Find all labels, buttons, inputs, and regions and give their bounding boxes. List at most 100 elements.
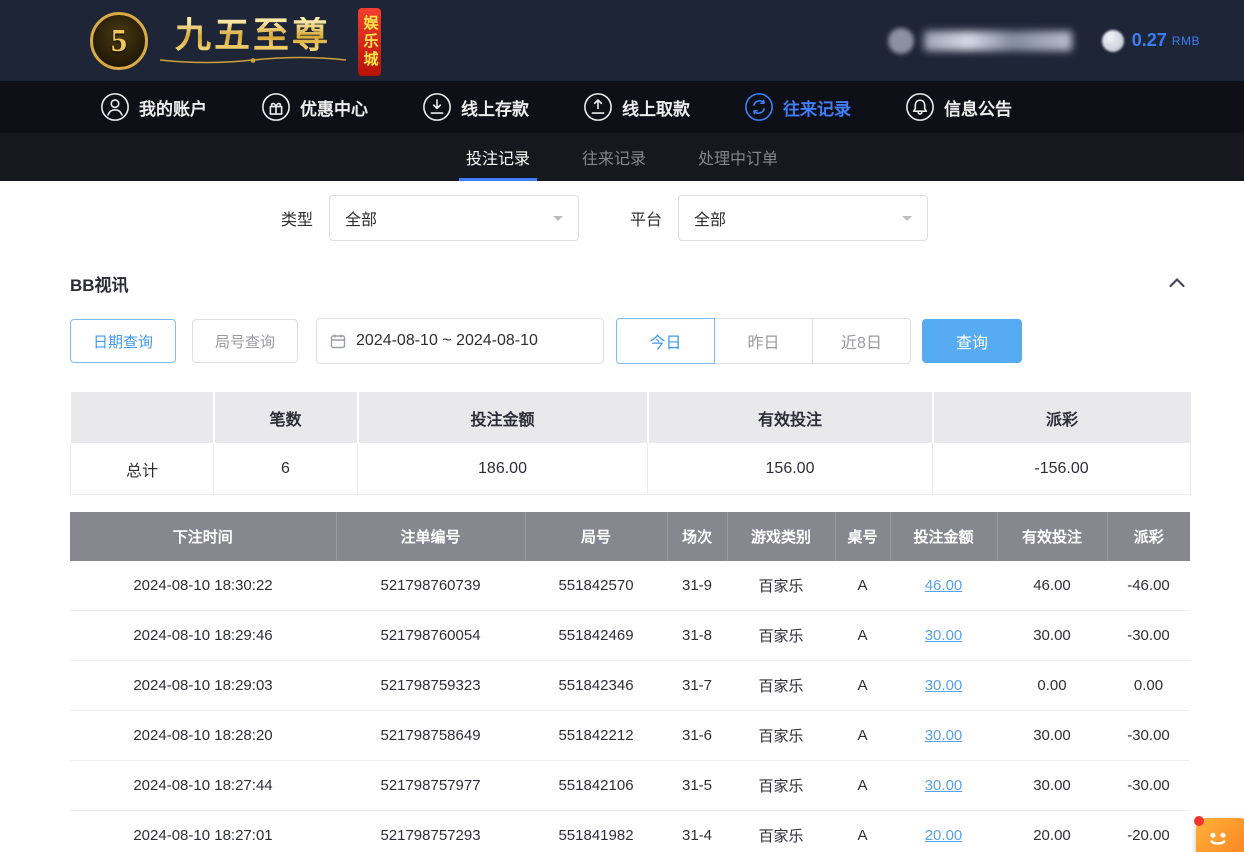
summary-total-row: 总计 6 186.00 156.00 -156.00 (71, 443, 1191, 495)
cell-payout: -20.00 (1107, 811, 1190, 852)
date-query-button[interactable]: 日期查询 (70, 319, 176, 363)
cell-valid-bet: 30.00 (997, 611, 1107, 661)
table-row: 2024-08-10 18:27:44521798757977551842106… (70, 761, 1190, 811)
chevron-up-icon (1168, 277, 1186, 288)
filter-row: 类型 全部 平台 全部 (281, 195, 1190, 241)
table-row: 2024-08-10 18:30:22521798760739551842570… (70, 561, 1190, 611)
nav-item-my-account[interactable]: 我的账户 (100, 92, 207, 122)
cell-valid-bet: 30.00 (997, 761, 1107, 811)
cell-bet-time: 2024-08-10 18:30:22 (70, 561, 336, 611)
cell-payout: 0.00 (1107, 661, 1190, 711)
cell-valid-bet: 20.00 (997, 811, 1107, 852)
bet-amount-link[interactable]: 30.00 (925, 627, 963, 644)
cell-table-number: A (835, 611, 890, 661)
bet-table-header-row: 下注时间 注单编号 局号 场次 游戏类别 桌号 投注金额 有效投注 派彩 (70, 512, 1190, 561)
cell-payout: -30.00 (1107, 711, 1190, 761)
cell-session: 31-6 (667, 711, 727, 761)
summary-table: 笔数 投注金额 有效投注 派彩 总计 6 186.00 156.00 -156.… (70, 392, 1191, 495)
chevron-down-icon (902, 216, 912, 226)
tab-transaction-records[interactable]: 往来记录 (579, 133, 649, 181)
cell-bet-amount[interactable]: 30.00 (890, 761, 997, 811)
header-bet-id: 注单编号 (336, 512, 525, 561)
bet-amount-link[interactable]: 20.00 (925, 827, 963, 844)
user-area: 0.27 RMB (888, 28, 1200, 54)
balance-value: 0.27 (1132, 30, 1167, 51)
bet-amount-link[interactable]: 30.00 (925, 777, 963, 794)
last8days-button[interactable]: 近8日 (812, 318, 911, 364)
chat-widget-button[interactable] (1196, 818, 1244, 852)
nav-label: 线上取款 (622, 95, 690, 120)
cell-bet-time: 2024-08-10 18:29:03 (70, 661, 336, 711)
cell-valid-bet: 0.00 (997, 661, 1107, 711)
cell-game-type: 百家乐 (727, 711, 835, 761)
table-row: 2024-08-10 18:28:20521798758649551842212… (70, 711, 1190, 761)
header-round-number: 局号 (525, 512, 667, 561)
table-row: 2024-08-10 18:27:01521798757293551841982… (70, 811, 1190, 852)
type-select[interactable]: 全部 (329, 195, 579, 241)
summary-total-count: 6 (214, 443, 358, 495)
cell-round-number: 551842570 (525, 561, 667, 611)
bet-amount-link[interactable]: 30.00 (925, 677, 963, 694)
nav-label: 线上存款 (461, 95, 529, 120)
chevron-down-icon (553, 216, 563, 226)
nav-item-deposit[interactable]: 线上存款 (422, 92, 529, 122)
header-valid-bet: 有效投注 (997, 512, 1107, 561)
cell-bet-amount[interactable]: 30.00 (890, 611, 997, 661)
cell-table-number: A (835, 811, 890, 852)
summary-header-row: 笔数 投注金额 有效投注 派彩 (71, 392, 1191, 443)
tab-betting-records[interactable]: 投注记录 (463, 133, 533, 181)
cell-bet-amount[interactable]: 46.00 (890, 561, 997, 611)
nav-item-withdraw[interactable]: 线上取款 (583, 92, 690, 122)
page: 5 九五至尊 娱乐城 0.27 RMB 我的账户 (0, 0, 1244, 852)
collapse-button[interactable] (1164, 273, 1190, 295)
username-redacted[interactable] (924, 31, 1072, 51)
cell-round-number: 551841982 (525, 811, 667, 852)
yesterday-button[interactable]: 昨日 (714, 318, 813, 364)
section-title: BB视讯 (70, 271, 129, 296)
cell-round-number: 551842469 (525, 611, 667, 661)
cell-payout: -46.00 (1107, 561, 1190, 611)
chat-face-icon (1203, 824, 1233, 852)
bet-amount-link[interactable]: 30.00 (925, 727, 963, 744)
date-range-input[interactable]: 2024-08-10 ~ 2024-08-10 (316, 318, 604, 364)
nav-item-records[interactable]: 往来记录 (744, 92, 851, 122)
round-query-button[interactable]: 局号查询 (192, 319, 298, 363)
cell-session: 31-4 (667, 811, 727, 852)
cell-game-type: 百家乐 (727, 611, 835, 661)
cell-session: 31-5 (667, 761, 727, 811)
cell-bet-time: 2024-08-10 18:27:44 (70, 761, 336, 811)
summary-header-empty (71, 392, 214, 443)
tab-processing-orders[interactable]: 处理中订单 (695, 133, 781, 181)
cell-bet-amount[interactable]: 20.00 (890, 811, 997, 852)
user-avatar[interactable] (888, 28, 914, 54)
nav-label: 往来记录 (783, 95, 851, 120)
brand-logo[interactable]: 5 九五至尊 娱乐城 (90, 6, 381, 76)
nav-item-promotions[interactable]: 优惠中心 (261, 92, 368, 122)
notification-dot (1194, 816, 1204, 826)
header-bet-time: 下注时间 (70, 512, 336, 561)
table-row: 2024-08-10 18:29:46521798760054551842469… (70, 611, 1190, 661)
section-header: BB视讯 (70, 271, 1190, 296)
brand-emblem-text: 5 (111, 22, 127, 59)
today-button[interactable]: 今日 (616, 318, 715, 364)
cell-payout: -30.00 (1107, 611, 1190, 661)
nav-item-announcements[interactable]: 信息公告 (905, 92, 1012, 122)
cell-bet-amount[interactable]: 30.00 (890, 711, 997, 761)
header-bet-amount: 投注金额 (890, 512, 997, 561)
coin-icon (1102, 30, 1124, 52)
cell-bet-amount[interactable]: 30.00 (890, 661, 997, 711)
brand-emblem-icon: 5 (90, 12, 148, 70)
cell-bet-id: 521798760739 (336, 561, 525, 611)
bet-table: 下注时间 注单编号 局号 场次 游戏类别 桌号 投注金额 有效投注 派彩 202… (70, 512, 1190, 852)
cell-round-number: 551842106 (525, 761, 667, 811)
cell-game-type: 百家乐 (727, 761, 835, 811)
cell-table-number: A (835, 711, 890, 761)
cell-bet-time: 2024-08-10 18:28:20 (70, 711, 336, 761)
main-nav: 我的账户 优惠中心 线上存款 线上取款 往来记录 (0, 81, 1244, 133)
header-payout: 派彩 (1107, 512, 1190, 561)
bet-amount-link[interactable]: 46.00 (925, 577, 963, 594)
search-button[interactable]: 查询 (922, 319, 1022, 363)
platform-select[interactable]: 全部 (678, 195, 928, 241)
cell-bet-id: 521798758649 (336, 711, 525, 761)
type-select-value: 全部 (345, 206, 377, 230)
